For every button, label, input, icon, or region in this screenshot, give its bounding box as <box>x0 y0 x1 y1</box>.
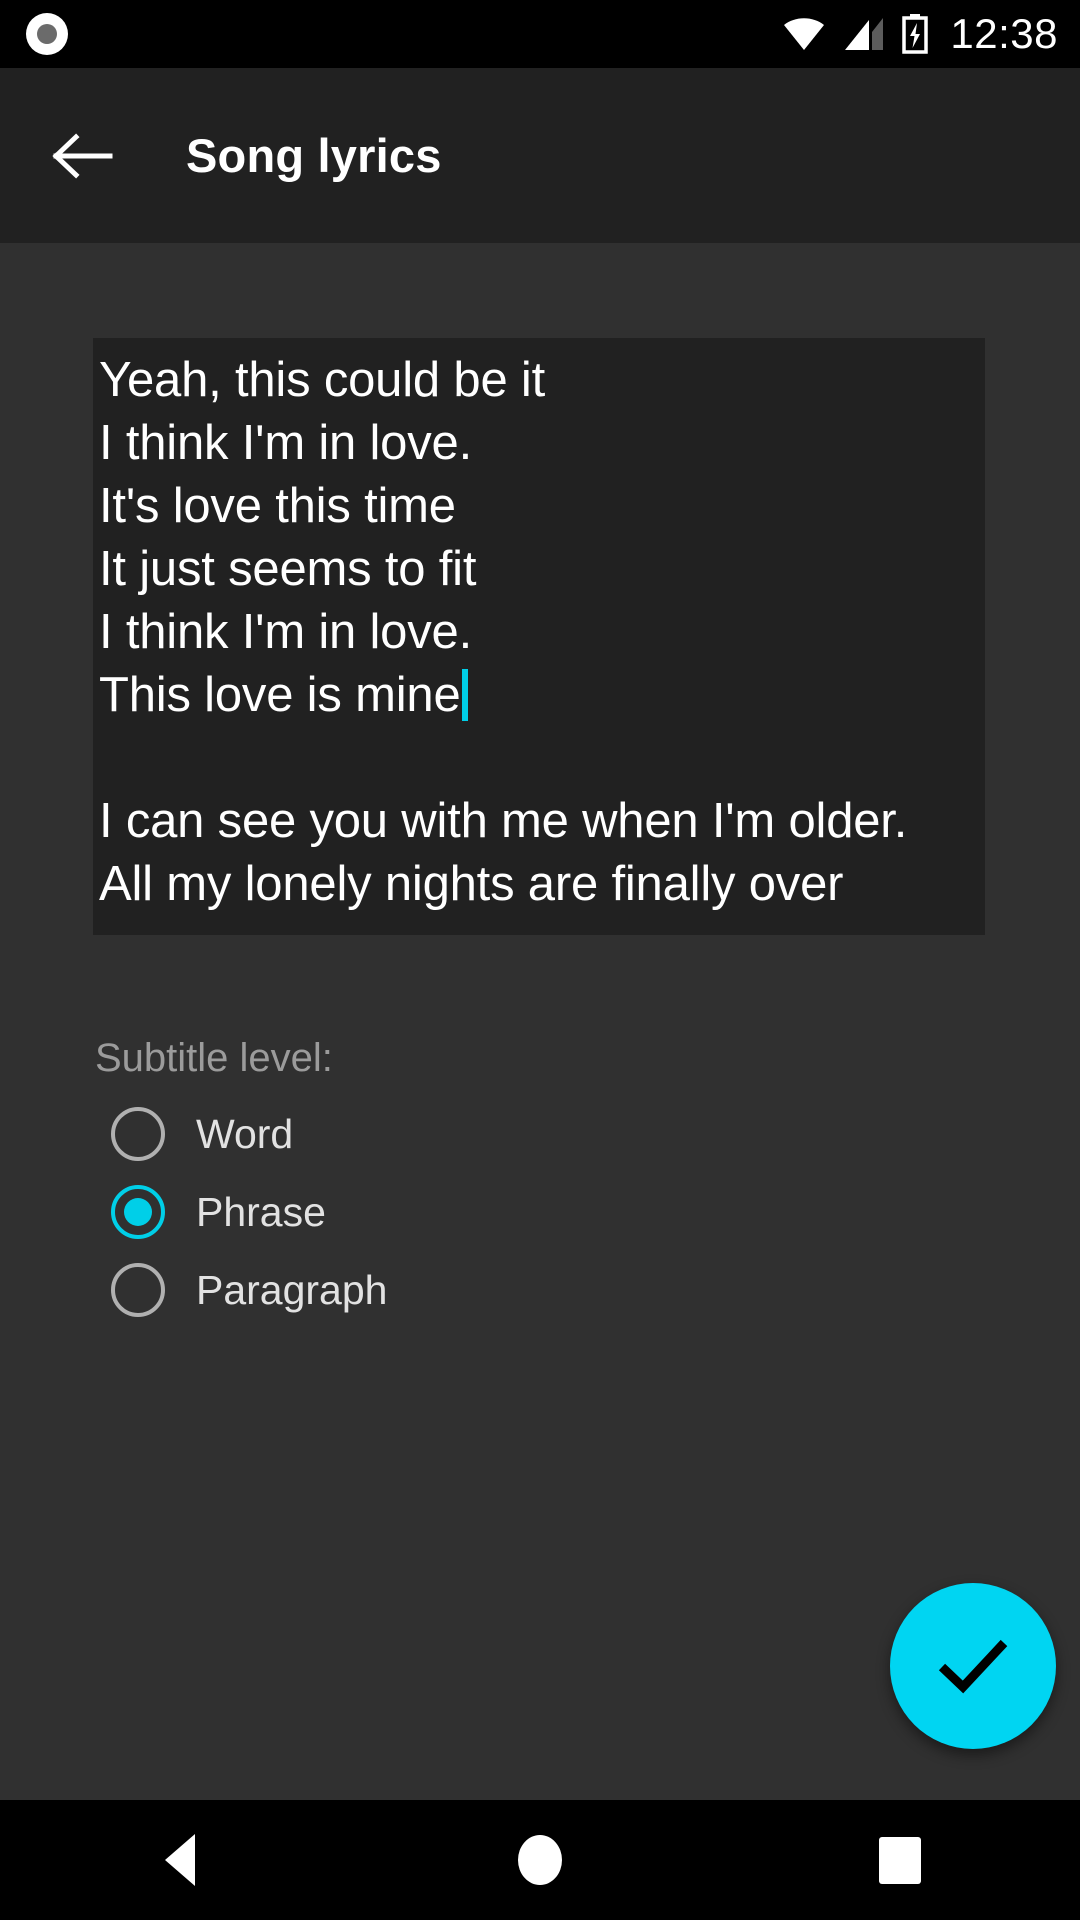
radio-option-phrase[interactable]: Phrase <box>95 1173 695 1251</box>
camera-dot-icon <box>26 13 68 55</box>
status-bar-right: 12:38 <box>782 13 1058 55</box>
lyrics-input-text: Yeah, this could be it I think I'm in lo… <box>93 338 985 916</box>
wifi-icon <box>784 18 825 50</box>
radio-label-paragraph: Paragraph <box>196 1266 388 1313</box>
subtitle-level-radio-group: Word Phrase Paragraph <box>95 1095 695 1329</box>
subtitle-level-label: Subtitle level: <box>95 1036 333 1080</box>
lyrics-text-after-caret: I can see you with me when I'm older. Al… <box>99 794 908 911</box>
text-caret <box>461 669 468 721</box>
confirm-fab[interactable] <box>890 1583 1056 1749</box>
radio-circle-selected-icon <box>111 1185 165 1239</box>
android-nav-bar <box>0 1800 1080 1920</box>
radio-circle-icon <box>111 1263 165 1317</box>
lyrics-input[interactable]: Yeah, this could be it I think I'm in lo… <box>93 338 985 935</box>
radio-circle-icon <box>111 1107 165 1161</box>
radio-option-paragraph[interactable]: Paragraph <box>95 1251 695 1329</box>
back-arrow-icon[interactable] <box>52 125 114 187</box>
lyrics-text-before-caret: Yeah, this could be it I think I'm in lo… <box>99 353 546 722</box>
radio-label-phrase: Phrase <box>196 1188 326 1235</box>
page-title: Song lyrics <box>186 129 442 182</box>
nav-home-icon[interactable] <box>360 1800 720 1920</box>
status-bar-left <box>26 13 68 55</box>
cellular-signal-icon <box>845 18 884 50</box>
check-icon <box>938 1639 1008 1694</box>
battery-charging-icon <box>902 14 929 54</box>
radio-option-word[interactable]: Word <box>95 1095 695 1173</box>
nav-recents-icon[interactable] <box>720 1800 1080 1920</box>
nav-back-icon[interactable] <box>0 1800 360 1920</box>
status-bar: 12:38 <box>0 0 1080 68</box>
phone-screen: 12:38 Song lyrics Yeah, this could be it… <box>0 0 1080 1920</box>
status-bar-clock: 12:38 <box>950 10 1058 57</box>
radio-label-word: Word <box>196 1110 294 1157</box>
app-bar: Song lyrics <box>0 68 1080 243</box>
